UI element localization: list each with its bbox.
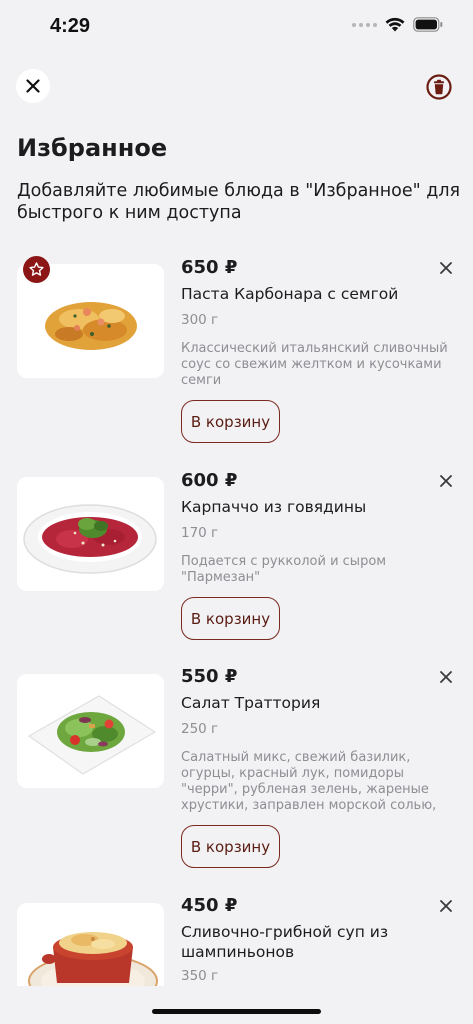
wifi-icon	[385, 17, 405, 32]
item-name: Паста Карбонара с семгой	[181, 285, 399, 303]
trash-icon	[426, 74, 452, 100]
battery-icon	[413, 17, 443, 32]
item-description: Классический итальянский сливочный соус …	[181, 341, 448, 388]
close-icon	[440, 900, 452, 912]
close-icon	[440, 475, 452, 487]
add-to-cart-button[interactable]: В корзину	[181, 400, 280, 443]
item-description: Подается с рукколой и сыром "Пармезан"	[181, 554, 387, 585]
salad-image	[17, 674, 164, 788]
carpaccio-image	[17, 477, 164, 591]
item-weight: 350 г	[181, 968, 219, 984]
item-weight: 250 г	[181, 721, 219, 737]
status-icons	[352, 17, 443, 32]
item-name: Сливочно-грибной суп из шампиньонов	[181, 923, 389, 961]
close-button[interactable]	[16, 69, 50, 103]
dish-image[interactable]	[17, 674, 164, 788]
item-description: Салатный микс, свежий базилик, огурцы, к…	[181, 750, 437, 813]
item-weight: 170 г	[181, 525, 219, 541]
soup-image	[17, 903, 164, 986]
item-price: 450 ₽	[181, 895, 238, 916]
add-to-cart-button[interactable]: В корзину	[181, 825, 280, 868]
close-icon	[26, 79, 40, 93]
remove-item-button[interactable]	[437, 897, 455, 915]
item-weight: 300 г	[181, 312, 219, 328]
add-to-cart-button[interactable]: В корзину	[181, 597, 280, 640]
dish-image[interactable]	[17, 477, 164, 591]
close-icon	[440, 671, 452, 683]
clear-favorites-button[interactable]	[426, 74, 452, 100]
item-name: Карпаччо из говядины	[181, 498, 367, 516]
item-price: 650 ₽	[181, 257, 238, 278]
star-icon	[29, 262, 44, 276]
remove-item-button[interactable]	[437, 259, 455, 277]
dish-image[interactable]	[17, 903, 164, 986]
status-time: 4:29	[50, 15, 91, 37]
page-title: Избранное	[17, 134, 168, 162]
page-subtitle: Добавляйте любимые блюда в "Избранное" д…	[17, 181, 461, 223]
status-bar: 4:29	[0, 0, 473, 54]
signal-icon	[352, 22, 377, 27]
item-name: Салат Траттория	[181, 694, 321, 712]
home-indicator[interactable]	[152, 1009, 321, 1014]
remove-item-button[interactable]	[437, 668, 455, 686]
favorite-badge[interactable]	[23, 256, 50, 283]
close-icon	[440, 262, 452, 274]
item-price: 550 ₽	[181, 666, 238, 687]
item-price: 600 ₽	[181, 470, 238, 491]
remove-item-button[interactable]	[437, 472, 455, 490]
